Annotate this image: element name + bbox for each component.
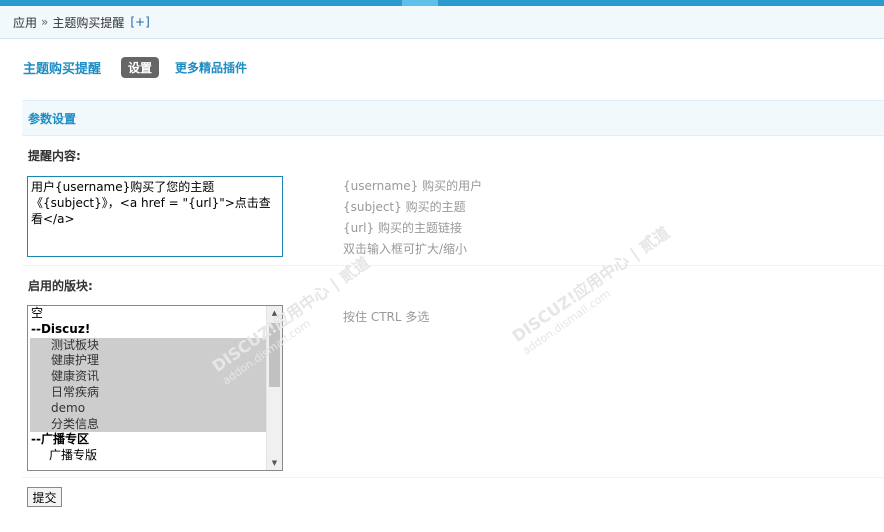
- section-header: 参数设置: [22, 100, 884, 136]
- multiselect-help: 按住 CTRL 多选: [343, 310, 430, 324]
- reminder-content-textarea[interactable]: 用户{username}购买了您的主题《{subject}》，<a href =…: [27, 176, 283, 257]
- breadcrumb: 应用 » 主题购买提醒 [+]: [0, 6, 884, 39]
- section-title: 参数设置: [28, 111, 77, 126]
- enabled-forums-label: 启用的版块:: [28, 279, 93, 293]
- breadcrumb-current: 主题购买提醒: [52, 15, 125, 30]
- forum-option[interactable]: 健康护理: [30, 353, 266, 370]
- reminder-help: {username} 购买的用户 {subject} 购买的主题 {url} 购…: [343, 176, 482, 260]
- help-line-resize-tip: 双击输入框可扩大/缩小: [343, 242, 468, 256]
- triangle-up-icon[interactable]: ▲: [267, 306, 282, 320]
- forum-options-list: 空 --Discuz! 测试板块 健康护理 健康资讯 日常疾病 demo 分类信息 --广播专区…: [28, 306, 266, 464]
- help-line-url: {url} 购买的主题链接: [343, 221, 462, 235]
- scrollbar-thumb[interactable]: [269, 323, 280, 387]
- more-plugins-link[interactable]: 更多精品插件: [175, 59, 247, 76]
- forum-option[interactable]: 测试板块: [30, 337, 266, 354]
- plugin-title: 主题购买提醒: [23, 61, 102, 77]
- triangle-down-icon[interactable]: ▼: [267, 456, 282, 470]
- breadcrumb-root-link[interactable]: 应用: [13, 14, 37, 31]
- forum-option[interactable]: 广播专版: [28, 448, 266, 464]
- forum-group-option[interactable]: --广播专区: [28, 432, 266, 448]
- watermark: DISCUZ!应用中心 | 贰道 addon.dismall.com: [508, 222, 674, 358]
- plugin-tabs: 主题购买提醒 设置 更多精品插件: [23, 56, 247, 78]
- forum-multiselect[interactable]: 空 --Discuz! 测试板块 健康护理 健康资讯 日常疾病 demo 分类信息 --广播专区…: [27, 305, 283, 471]
- forum-option[interactable]: 空: [28, 306, 266, 322]
- forum-option[interactable]: demo: [30, 400, 266, 417]
- forum-option[interactable]: 健康资讯: [30, 369, 266, 385]
- reminder-content-label: 提醒内容:: [28, 149, 81, 163]
- row-divider: [22, 265, 884, 266]
- breadcrumb-separator: »: [41, 15, 49, 29]
- help-line-username: {username} 购买的用户: [343, 179, 483, 193]
- listbox-scrollbar[interactable]: ▲ ▼: [266, 306, 282, 470]
- row-divider: [22, 477, 884, 478]
- forum-option[interactable]: 日常疾病: [30, 384, 266, 401]
- tab-settings[interactable]: 设置: [121, 56, 160, 78]
- forum-group-option[interactable]: --Discuz!: [28, 322, 266, 338]
- add-shortcut-link[interactable]: [+]: [130, 15, 149, 29]
- submit-button[interactable]: 提交: [27, 487, 62, 507]
- help-line-subject: {subject} 购买的主题: [343, 200, 466, 214]
- forum-option[interactable]: 分类信息: [30, 416, 266, 433]
